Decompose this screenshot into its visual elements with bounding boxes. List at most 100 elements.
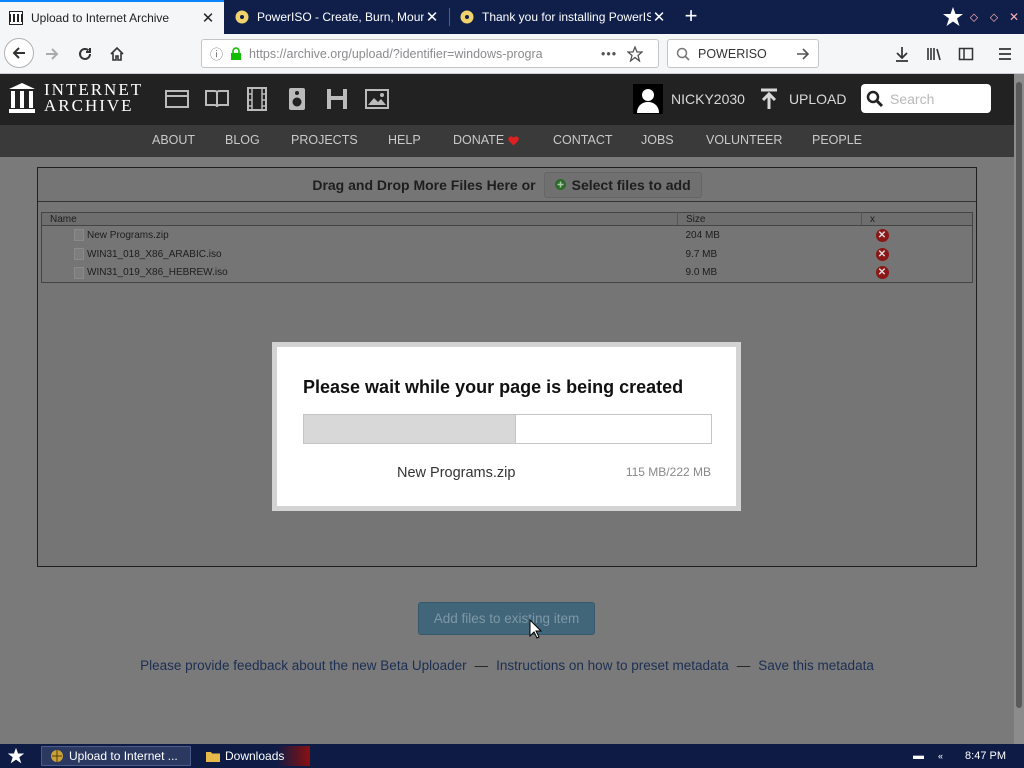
remove-file-icon[interactable]: ✕ bbox=[875, 247, 889, 261]
window-controls: ⬦ ⬦ ✕ bbox=[942, 0, 1024, 34]
bookmark-star-icon[interactable] bbox=[627, 45, 644, 62]
tab-title: Upload to Internet Archive bbox=[31, 11, 170, 25]
page-actions-icon[interactable]: ••• bbox=[601, 47, 617, 61]
scrollbar-thumb[interactable] bbox=[1016, 82, 1022, 708]
maximize-icon[interactable]: ⬦ bbox=[984, 7, 1004, 27]
library-button[interactable] bbox=[920, 40, 948, 68]
column-size[interactable]: Size bbox=[677, 212, 862, 226]
column-remove: x bbox=[861, 212, 973, 226]
remove-file-icon[interactable]: ✕ bbox=[875, 266, 889, 280]
film-icon[interactable] bbox=[244, 86, 270, 112]
progress-filename: New Programs.zip bbox=[397, 465, 516, 481]
reload-button[interactable] bbox=[71, 40, 99, 68]
file-size: 9.0 MB bbox=[685, 267, 718, 279]
nav-about[interactable]: ABOUT bbox=[152, 133, 195, 147]
file-icon bbox=[74, 229, 84, 242]
remove-file-icon[interactable]: ✕ bbox=[875, 228, 889, 242]
sidebar-icon bbox=[958, 47, 974, 61]
instructions-link[interactable]: Instructions on how to preset metadata bbox=[496, 658, 729, 673]
site-header: INTERNET ARCHIVE NICKY2030 UPLOAD Search bbox=[0, 74, 1014, 125]
sidebar-button[interactable] bbox=[952, 40, 980, 68]
nav-jobs[interactable]: JOBS bbox=[641, 133, 674, 147]
library-icon bbox=[927, 48, 941, 61]
clock[interactable]: 8:47 PM bbox=[965, 750, 1006, 762]
tab-title: PowerISO - Create, Burn, Mount, bbox=[257, 10, 424, 24]
nav-donate[interactable]: DONATE bbox=[453, 133, 504, 147]
minimize-icon[interactable]: ⬦ bbox=[964, 7, 984, 27]
progress-bar-fill bbox=[304, 415, 516, 443]
drop-zone[interactable]: Drag and Drop More Files Here or Select … bbox=[38, 168, 976, 202]
taskbar: Upload to Internet ... Downloads ▬ « 8:4… bbox=[0, 744, 1024, 768]
upload-link[interactable]: UPLOAD bbox=[789, 91, 847, 107]
forward-button[interactable] bbox=[38, 40, 66, 68]
tray-chevron-icon[interactable]: « bbox=[938, 751, 943, 761]
downloads-button[interactable] bbox=[888, 40, 916, 68]
select-files-button[interactable]: Select files to add bbox=[543, 171, 702, 198]
avatar[interactable] bbox=[633, 84, 663, 114]
column-name[interactable]: Name bbox=[41, 212, 678, 226]
image-icon[interactable] bbox=[364, 86, 390, 112]
plus-circle-icon bbox=[554, 179, 566, 190]
close-tab-icon[interactable]: ✕ bbox=[651, 8, 667, 26]
web-archive-icon[interactable] bbox=[164, 86, 190, 112]
address-bar[interactable]: ⓘ https://archive.org/upload/?identifier… bbox=[201, 39, 659, 68]
progress-bar bbox=[303, 414, 712, 444]
download-icon bbox=[896, 47, 908, 62]
keyboard-icon[interactable]: ▬ bbox=[913, 750, 924, 762]
tab-upload[interactable]: Upload to Internet Archive ✕ bbox=[0, 0, 224, 34]
start-star-icon[interactable] bbox=[6, 747, 26, 765]
taskbar-item-downloads[interactable]: Downloads bbox=[198, 746, 310, 766]
tab-thank-you[interactable]: Thank you for installing PowerISO! ✕ bbox=[451, 0, 675, 34]
url-text: https://archive.org/upload/?identifier=w… bbox=[249, 46, 543, 61]
close-tab-icon[interactable]: ✕ bbox=[424, 8, 440, 26]
file-size: 9.7 MB bbox=[685, 248, 718, 260]
close-window-icon[interactable]: ✕ bbox=[1004, 7, 1024, 27]
taskbar-label: Upload to Internet ... bbox=[69, 749, 178, 763]
file-name: WIN31_019_X86_HEBREW.iso bbox=[87, 267, 228, 279]
mouse-cursor-icon bbox=[529, 619, 543, 639]
home-button[interactable] bbox=[103, 40, 131, 68]
nav-volunteer[interactable]: VOLUNTEER bbox=[706, 133, 782, 147]
nav-help[interactable]: HELP bbox=[388, 133, 421, 147]
progress-size: 115 MB/222 MB bbox=[625, 465, 711, 479]
book-icon[interactable] bbox=[204, 86, 230, 112]
save-metadata-link[interactable]: Save this metadata bbox=[758, 658, 874, 673]
back-button[interactable] bbox=[4, 38, 34, 68]
nav-blog[interactable]: BLOG bbox=[225, 133, 260, 147]
file-name: WIN31_018_X86_ARABIC.iso bbox=[87, 248, 222, 260]
lock-icon bbox=[231, 46, 242, 60]
browser-tab-bar: Upload to Internet Archive ✕ PowerISO - … bbox=[0, 0, 1024, 34]
taskbar-item-browser[interactable]: Upload to Internet ... bbox=[41, 746, 191, 766]
browser-search-bar[interactable]: POWERISO bbox=[667, 39, 819, 68]
close-tab-icon[interactable]: ✕ bbox=[200, 9, 216, 27]
add-files-button[interactable]: Add files to existing item bbox=[418, 602, 595, 635]
folder-icon bbox=[206, 752, 220, 762]
username-link[interactable]: NICKY2030 bbox=[671, 91, 745, 107]
nav-projects[interactable]: PROJECTS bbox=[291, 133, 358, 147]
floppy-disk-icon[interactable] bbox=[324, 86, 350, 112]
nav-contact[interactable]: CONTACT bbox=[553, 133, 613, 147]
info-icon[interactable]: ⓘ bbox=[210, 44, 223, 63]
tab-poweriso[interactable]: PowerISO - Create, Burn, Mount, ✕ bbox=[226, 0, 448, 34]
file-icon bbox=[74, 248, 84, 260]
new-tab-button[interactable]: + bbox=[678, 0, 704, 34]
site-sub-navigation: ABOUT BLOG PROJECTS HELP DONATE CONTACT … bbox=[0, 125, 1014, 157]
search-icon bbox=[866, 90, 884, 107]
audio-speaker-icon[interactable] bbox=[284, 86, 310, 112]
search-value: POWERISO bbox=[698, 46, 767, 61]
arrow-left-icon bbox=[12, 47, 25, 59]
upload-icon[interactable] bbox=[759, 88, 779, 110]
archive-building-icon bbox=[9, 83, 35, 113]
feedback-link[interactable]: Please provide feedback about the new Be… bbox=[140, 658, 466, 673]
go-arrow-icon[interactable] bbox=[796, 47, 810, 61]
internet-archive-logo[interactable]: INTERNET ARCHIVE bbox=[8, 81, 143, 114]
menu-button[interactable] bbox=[991, 40, 1019, 68]
site-search-input[interactable]: Search bbox=[861, 84, 991, 113]
footer-separator: — bbox=[736, 658, 751, 673]
home-icon bbox=[110, 46, 124, 61]
drop-zone-text: Drag and Drop More Files Here or bbox=[312, 176, 536, 193]
nav-people[interactable]: PEOPLE bbox=[812, 133, 862, 147]
page-scrollbar[interactable] bbox=[1014, 74, 1024, 744]
file-icon bbox=[74, 266, 84, 279]
user-area: NICKY2030 UPLOAD bbox=[633, 84, 847, 114]
